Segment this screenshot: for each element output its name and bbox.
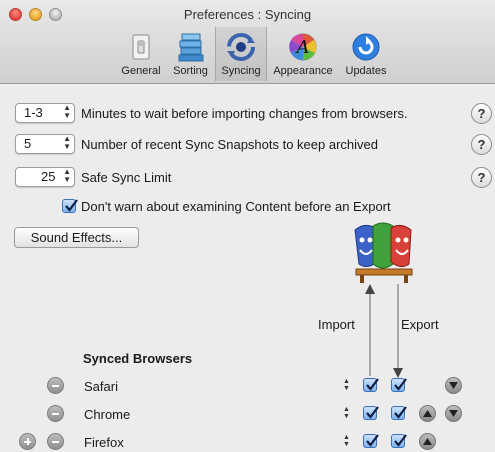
color-wheel-icon: A bbox=[289, 33, 317, 61]
add-browser-button[interactable] bbox=[19, 433, 36, 450]
theater-masks-icon bbox=[354, 222, 413, 283]
checkmark-icon bbox=[65, 199, 78, 212]
stepper-arrows-icon[interactable]: ▲ ▼ bbox=[63, 168, 71, 184]
checkmark-icon bbox=[366, 378, 379, 391]
sound-effects-button[interactable]: Sound Effects... bbox=[14, 227, 139, 248]
snapshots-label: Number of recent Sync Snapshots to keep … bbox=[81, 137, 378, 152]
remove-chrome-button[interactable] bbox=[47, 405, 64, 422]
minutes-label: Minutes to wait before importing changes… bbox=[81, 106, 408, 121]
toolbar-sorting[interactable]: Sorting bbox=[167, 27, 214, 81]
chrome-export-checkbox[interactable] bbox=[391, 406, 407, 420]
toolbar-general[interactable]: General bbox=[116, 27, 166, 81]
help-snapshots-button[interactable]: ? bbox=[471, 134, 492, 155]
toolbar-updates[interactable]: Updates bbox=[339, 27, 393, 81]
remove-safari-button[interactable] bbox=[47, 377, 64, 394]
remove-firefox-button[interactable] bbox=[47, 433, 64, 450]
import-arrow-icon bbox=[365, 284, 375, 294]
browser-name: Firefox bbox=[84, 435, 124, 450]
toolbar-appearance[interactable]: A Appearance bbox=[268, 27, 338, 81]
safe-limit-value: 25 bbox=[41, 169, 56, 184]
minutes-value: 1-3 bbox=[24, 105, 43, 120]
title-bar: Preferences : Syncing General Sorting Sy… bbox=[0, 0, 495, 84]
toolbar-appearance-label: Appearance bbox=[273, 65, 333, 77]
checkmark-icon bbox=[394, 406, 407, 419]
sync-icon bbox=[227, 33, 255, 61]
window-title: Preferences : Syncing bbox=[183, 7, 312, 22]
svg-text:A: A bbox=[295, 37, 310, 58]
triangle-up-icon bbox=[423, 410, 432, 417]
move-down-button[interactable] bbox=[445, 377, 462, 394]
toolbar-general-label: General bbox=[121, 65, 161, 77]
help-minutes-button[interactable]: ? bbox=[471, 103, 492, 124]
stepper-arrows-icon[interactable]: ▲ ▼ bbox=[63, 135, 71, 151]
browser-name: Safari bbox=[84, 379, 118, 394]
checkmark-icon bbox=[366, 406, 379, 419]
checkmark-icon bbox=[394, 378, 407, 391]
safari-import-checkbox[interactable] bbox=[363, 378, 379, 392]
dont-warn-checkbox[interactable] bbox=[62, 199, 78, 213]
toolbar-updates-label: Updates bbox=[345, 65, 387, 77]
priority-stepper[interactable]: ▲ ▼ bbox=[343, 378, 351, 392]
update-icon bbox=[352, 33, 380, 61]
triangle-up-icon bbox=[423, 438, 432, 445]
minutes-stepper[interactable]: 1-3 ▲ ▼ bbox=[15, 103, 75, 123]
sync-direction-arrows bbox=[365, 284, 403, 378]
priority-stepper[interactable]: ▲ ▼ bbox=[343, 434, 351, 448]
light-switch-icon bbox=[132, 34, 150, 60]
triangle-down-icon bbox=[449, 382, 458, 389]
firefox-import-checkbox[interactable] bbox=[363, 434, 379, 448]
snapshots-stepper[interactable]: 5 ▲ ▼ bbox=[15, 134, 75, 154]
import-label: Import bbox=[318, 317, 355, 332]
safe-limit-label: Safe Sync Limit bbox=[81, 170, 172, 185]
help-safe-limit-button[interactable]: ? bbox=[471, 167, 492, 188]
move-up-button[interactable] bbox=[419, 405, 436, 422]
stepper-arrows-icon[interactable]: ▲ ▼ bbox=[63, 104, 71, 120]
snapshots-value: 5 bbox=[24, 136, 32, 151]
triangle-down-icon bbox=[449, 410, 458, 417]
browser-name: Chrome bbox=[84, 407, 131, 422]
toolbar-sorting-label: Sorting bbox=[173, 65, 208, 77]
chrome-import-checkbox[interactable] bbox=[363, 406, 379, 420]
move-up-button[interactable] bbox=[419, 433, 436, 450]
checkmark-icon bbox=[394, 434, 407, 447]
toolbar-syncing-label: Syncing bbox=[221, 65, 261, 77]
priority-stepper[interactable]: ▲ ▼ bbox=[343, 406, 351, 420]
synced-browsers-heading: Synced Browsers bbox=[83, 351, 193, 366]
export-label: Export bbox=[401, 317, 439, 332]
dont-warn-label: Don't warn about examining Content befor… bbox=[81, 199, 391, 214]
toolbar-syncing[interactable]: Syncing bbox=[215, 27, 267, 81]
firefox-export-checkbox[interactable] bbox=[391, 434, 407, 448]
safe-limit-stepper[interactable]: 25 ▲ ▼ bbox=[15, 167, 75, 187]
stack-icon bbox=[178, 33, 203, 62]
safari-export-checkbox[interactable] bbox=[391, 378, 407, 392]
move-down-button[interactable] bbox=[445, 405, 462, 422]
checkmark-icon bbox=[366, 434, 379, 447]
